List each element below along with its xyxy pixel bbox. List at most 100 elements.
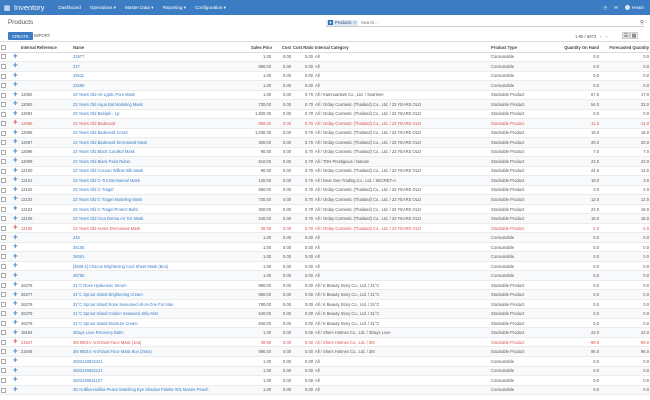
cell-name[interactable]: 23 Years Old C-Tragel: [72, 185, 250, 196]
row-checkbox[interactable]: [0, 137, 12, 148]
cell-name[interactable]: 23 Years Old C-Tragel Protect Balm: [72, 204, 250, 215]
cell-name[interactable]: 23 Years Old Black Carolkol Mask: [72, 147, 250, 158]
row-add-icon[interactable]: ✛: [12, 118, 20, 129]
table-row[interactable]: ✛ 26061 1.00 0.00 0.00 All Consumable 0.0 0.0: [0, 251, 650, 262]
chat-icon[interactable]: ✉: [614, 5, 618, 11]
table-row[interactable]: ✛ 25105 1.00 0.00 0.00 All Consumable 0.0 0.0: [0, 242, 650, 253]
row-checkbox[interactable]: [0, 90, 12, 101]
row-checkbox[interactable]: [0, 242, 12, 253]
cell-name[interactable]: 3Days Love Recovery Balm: [72, 327, 250, 338]
row-checkbox[interactable]: [0, 232, 12, 243]
row-add-icon[interactable]: ✛: [12, 356, 20, 367]
table-row[interactable]: ✛ 12101 23 Years Old C-Tra Dermaseal Mask 1…: [0, 175, 650, 186]
col-internal-reference[interactable]: Internal Reference: [20, 43, 72, 53]
row-checkbox[interactable]: [0, 213, 12, 224]
row-add-icon[interactable]: ✛: [12, 175, 20, 186]
row-add-icon[interactable]: ✛: [12, 99, 20, 110]
row-add-icon[interactable]: ✛: [12, 242, 20, 253]
cell-name[interactable]: 23 Years Old C-Tragel Modeling Mask: [72, 194, 250, 205]
select-all-checkbox[interactable]: [0, 43, 12, 53]
row-add-icon[interactable]: ✛: [12, 299, 20, 310]
row-add-icon[interactable]: ✛: [12, 109, 20, 120]
pager-next-icon[interactable]: ›: [606, 34, 607, 39]
row-add-icon[interactable]: ✛: [12, 270, 20, 281]
cell-name[interactable]: 23 Years Old Cocoon Willow Silk Mask: [72, 166, 250, 177]
cell-name[interactable]: 4933149832121: [72, 366, 250, 377]
row-checkbox[interactable]: [0, 99, 12, 110]
row-checkbox[interactable]: [0, 204, 12, 215]
cell-name[interactable]: 4D Hollika-Hollika Peace Matching Eye Sh…: [72, 385, 250, 396]
row-checkbox[interactable]: [0, 166, 12, 177]
row-checkbox[interactable]: [0, 147, 12, 158]
row-add-icon[interactable]: ✛: [12, 80, 20, 91]
cell-name[interactable]: 23 Years Old Cica Derma Air Toc Mask: [72, 213, 250, 224]
cell-name[interactable]: 3M 9501V Anti-Dust Face Mask Box (25ea): [72, 346, 250, 357]
table-row[interactable]: ✛ 21977 1.00 0.00 0.00 All Consumable 0.0 0.0: [0, 52, 650, 62]
table-row[interactable]: ✛ 26377 31°C Sprout Island Brightening Cre…: [0, 289, 650, 300]
row-checkbox[interactable]: [0, 194, 12, 205]
table-row[interactable]: ✛ 22560 1.00 0.00 0.00 All Consumable 0.0 0.0: [0, 80, 650, 91]
search-facet[interactable]: ▼ Products ×: [326, 19, 358, 26]
cell-name[interactable]: [3508.4] Chacon Brightening Cool Sheet M…: [72, 261, 250, 272]
cell-name[interactable]: 4933149832421: [72, 356, 250, 367]
col-cost[interactable]: Cost: [272, 43, 292, 53]
table-row[interactable]: ✛ 12102 23 Years Old C-Tragel 560.00 0.00 0.7…: [0, 185, 650, 196]
row-checkbox[interactable]: [0, 299, 12, 310]
table-row[interactable]: ✛ 21947 3M 9501V Anti-Dust Face Mask (1ea)…: [0, 337, 650, 348]
cell-name[interactable]: 31°C Sprout Island Golden Seaweed Jelly …: [72, 308, 250, 319]
row-checkbox[interactable]: [0, 270, 12, 281]
table-row[interactable]: ✛ 12092 23 Years Old Air-Lyptic Pore Mask 1…: [0, 90, 650, 101]
menu-dashboard[interactable]: Dashboard: [58, 5, 80, 11]
table-row[interactable]: ✛ 12093 23 Years Old Aqua Bal Modeling Mas…: [0, 99, 650, 110]
cell-name[interactable]: 23 Years Old Home Dermaseal Mask: [72, 223, 250, 234]
cell-name[interactable]: 28780: [72, 270, 250, 281]
row-checkbox[interactable]: [0, 175, 12, 186]
cell-name[interactable]: 22511: [72, 71, 250, 82]
table-row[interactable]: ✛ 12098 23 Years Old Black Carolkol Mask 90…: [0, 147, 650, 158]
row-checkbox[interactable]: [0, 385, 12, 396]
row-add-icon[interactable]: ✛: [12, 223, 20, 234]
row-checkbox[interactable]: [0, 223, 12, 234]
row-add-icon[interactable]: ✛: [12, 375, 20, 386]
row-checkbox[interactable]: [0, 80, 12, 91]
row-add-icon[interactable]: ✛: [12, 137, 20, 148]
table-row[interactable]: ✛ 21946 3M 9501V Anti-Dust Face Mask Box (…: [0, 346, 650, 357]
row-checkbox[interactable]: [0, 156, 12, 167]
row-checkbox[interactable]: [0, 71, 12, 82]
cell-name[interactable]: 26061: [72, 251, 250, 262]
cell-name[interactable]: 31°C Sprout Island Moisture Cream: [72, 318, 250, 329]
row-checkbox[interactable]: [0, 308, 12, 319]
row-add-icon[interactable]: ✛: [12, 71, 20, 82]
table-row[interactable]: ✛ 12103 23 Years Old C-Tragel Modeling Mas…: [0, 194, 650, 205]
cell-name[interactable]: 23 Years Old Badecasil Cera3: [72, 128, 250, 139]
table-row[interactable]: ✛ 26378 31°C Sprout Island Rose Seasoned A…: [0, 299, 650, 310]
cell-name[interactable]: 23 Years Old Badecasil: [72, 118, 250, 129]
search-icon[interactable]: ⚲: [640, 20, 644, 26]
table-row[interactable]: ✛ 12099 23 Years Old Black Paint Ruber 610.…: [0, 156, 650, 167]
col-product-type[interactable]: Product Type: [490, 43, 550, 53]
row-add-icon[interactable]: ✛: [12, 327, 20, 338]
row-add-icon[interactable]: ✛: [12, 261, 20, 272]
row-checkbox[interactable]: [0, 375, 12, 386]
cell-name[interactable]: 31°C Rose Hyaluronic Serum: [72, 280, 250, 291]
row-add-icon[interactable]: ✛: [12, 204, 20, 215]
cell-name[interactable]: 23 Years Old Aqua Bal Modeling Mask: [72, 99, 250, 110]
row-checkbox[interactable]: [0, 366, 12, 377]
apps-menu-icon[interactable]: ▦: [0, 4, 14, 12]
row-checkbox[interactable]: [0, 52, 12, 62]
col-internal-category[interactable]: Internal Category: [314, 43, 490, 53]
table-row[interactable]: ✛ 12094 23 Years Old Babiple - Lp 1,820.00 0…: [0, 109, 650, 120]
col-forecasted-quantity[interactable]: Forecasted Quantity: [600, 43, 650, 53]
row-add-icon[interactable]: ✛: [12, 280, 20, 291]
row-checkbox[interactable]: [0, 327, 12, 338]
facet-close-icon[interactable]: ×: [354, 20, 356, 26]
search-input[interactable]: [360, 20, 561, 25]
row-checkbox[interactable]: [0, 289, 12, 300]
row-add-icon[interactable]: ✛: [12, 337, 20, 348]
row-checkbox[interactable]: [0, 337, 12, 348]
row-add-icon[interactable]: ✛: [12, 194, 20, 205]
row-add-icon[interactable]: ✛: [12, 185, 20, 196]
table-row[interactable]: ✛ 18184 3Days Love Recovery Balm 1.00 0.00 0.…: [0, 327, 650, 338]
row-add-icon[interactable]: ✛: [12, 308, 20, 319]
col-name[interactable]: Name: [72, 43, 250, 53]
